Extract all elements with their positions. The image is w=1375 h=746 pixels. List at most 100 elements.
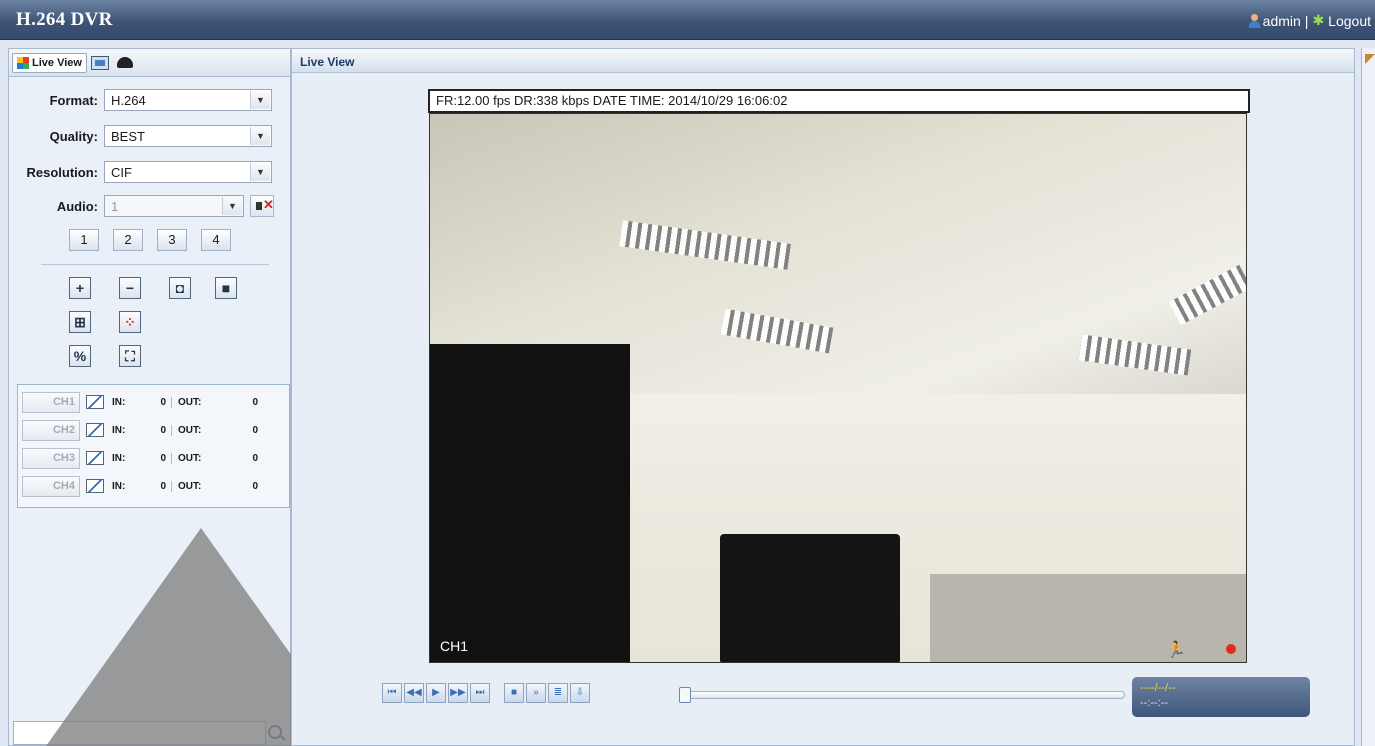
in-count: 0 (142, 452, 172, 464)
collapse-icon[interactable] (1365, 54, 1375, 64)
counter-panel: CH1 IN: 0 OUT: 0 CH2 IN: 0 OUT: 0 CH3 IN… (17, 384, 290, 508)
counter-ch4-button[interactable]: CH4 (22, 475, 80, 497)
counter-row: CH2 IN: 0 OUT: 0 (22, 419, 258, 441)
tab-live-view-label: Live View (32, 56, 82, 69)
counter-row: CH1 IN: 0 OUT: 0 (22, 391, 258, 413)
mute-icon[interactable] (250, 195, 274, 217)
logout-icon[interactable]: ✱ (1312, 12, 1324, 29)
quality-value: BEST (111, 129, 145, 144)
channel-2-button[interactable]: 2 (113, 229, 143, 251)
snapshot-icon[interactable]: ◘ (169, 277, 191, 299)
out-count: 0 (252, 396, 258, 408)
chart-icon[interactable] (86, 479, 104, 493)
quality-row: Quality: BEST ▼ (9, 125, 272, 147)
printer-scene (720, 534, 900, 662)
sequence-icon[interactable]: ⁘ (119, 311, 141, 333)
dome-camera-icon[interactable] (116, 57, 133, 68)
skip-icon[interactable]: » (526, 683, 546, 703)
in-count: 0 (142, 424, 172, 436)
channel-3-button[interactable]: 3 (157, 229, 187, 251)
main-panel: Live View FR:12.00 fps DR:338 kbps DATE … (291, 48, 1355, 746)
in-count: 0 (142, 396, 172, 408)
search-input[interactable] (13, 721, 266, 745)
panel-tabs: Live View (9, 49, 290, 77)
audio-select[interactable]: 1 ▼ (104, 195, 244, 217)
format-select[interactable]: H.264 ▼ (104, 89, 272, 111)
in-count: 0 (142, 480, 172, 492)
counter-ch2-button[interactable]: CH2 (22, 419, 80, 441)
list-icon[interactable]: ≣ (548, 683, 568, 703)
format-row: Format: H.264 ▼ (9, 89, 272, 111)
resolution-row: Resolution: CIF ▼ (9, 161, 272, 183)
audio-label: Audio: (56, 198, 98, 214)
motion-icon: 🏃 (1166, 642, 1186, 659)
main-header: Live View (292, 49, 1354, 73)
full-screen-icon[interactable]: % (69, 345, 91, 367)
resolution-select[interactable]: CIF ▼ (104, 161, 272, 183)
format-value: H.264 (111, 93, 146, 108)
timeline-slider[interactable] (679, 687, 1125, 703)
user-area: admin | ✱ Logout (1248, 12, 1371, 29)
audio-value: 1 (111, 199, 119, 214)
logout-link[interactable]: Logout (1328, 13, 1371, 29)
video-channel-label: CH1 (440, 638, 469, 654)
chart-icon[interactable] (86, 451, 104, 465)
format-label: Format: (49, 92, 98, 108)
separator: | (1304, 12, 1309, 29)
time-date: ----/--/-- (1140, 682, 1176, 694)
channel-1-button[interactable]: 1 (69, 229, 99, 251)
out-label: OUT: (178, 452, 202, 464)
counter-ch1-button[interactable]: CH1 (22, 391, 80, 413)
chart-icon[interactable] (86, 395, 104, 409)
app-title: H.264 DVR (16, 9, 113, 30)
chevron-down-icon[interactable]: ▼ (222, 197, 242, 215)
slider-thumb[interactable] (679, 687, 691, 703)
left-panel: Live View Format: H.264 ▼ Quality: BEST … (8, 48, 291, 746)
quad-view-icon[interactable]: ⊞ (69, 311, 91, 333)
chevron-down-icon[interactable]: ▼ (250, 163, 270, 181)
zoom-in-icon[interactable]: + (69, 277, 91, 299)
username: admin (1262, 12, 1301, 29)
download-icon[interactable]: ⇩ (570, 683, 590, 703)
quality-label: Quality: (49, 128, 98, 144)
pip-icon[interactable]: ■ (215, 277, 237, 299)
out-count: 0 (252, 452, 258, 464)
fast-forward-icon[interactable]: ▶▶ (448, 683, 468, 703)
in-label: IN: (112, 396, 126, 408)
chevron-down-icon[interactable]: ▼ (250, 91, 270, 109)
counter-row: CH4 IN: 0 OUT: 0 (22, 475, 258, 497)
tab-live-view[interactable]: Live View (12, 52, 87, 73)
title-bar: H.264 DVR admin | ✱ Logout (0, 0, 1375, 40)
monitor-icon[interactable] (90, 55, 109, 70)
play-icon[interactable]: ▶ (426, 683, 446, 703)
channel-buttons: 1 2 3 4 (69, 229, 231, 251)
rewind-icon[interactable]: ◀◀ (404, 683, 424, 703)
fit-window-icon[interactable]: ⛶ (119, 345, 141, 367)
out-label: OUT: (178, 480, 202, 492)
chevron-down-icon[interactable]: ▼ (250, 127, 270, 145)
out-label: OUT: (178, 396, 202, 408)
user-icon (1248, 13, 1260, 28)
out-count: 0 (252, 424, 258, 436)
resolution-value: CIF (111, 165, 132, 180)
search-icon[interactable] (268, 725, 282, 739)
out-label: OUT: (178, 424, 202, 436)
channel-4-button[interactable]: 4 (201, 229, 231, 251)
first-icon[interactable]: ⏮ (382, 683, 402, 703)
out-count: 0 (252, 480, 258, 492)
quality-select[interactable]: BEST ▼ (104, 125, 272, 147)
audio-row: Audio: 1 ▼ (9, 195, 274, 217)
in-label: IN: (112, 480, 126, 492)
resolution-label: Resolution: (26, 164, 99, 180)
last-icon[interactable]: ⏭ (470, 683, 490, 703)
in-label: IN: (112, 424, 126, 436)
time-clock: --:--:-- (1140, 697, 1169, 709)
counter-ch3-button[interactable]: CH3 (22, 447, 80, 469)
live-video[interactable]: CH1 🏃 (429, 113, 1247, 663)
live-view-icon (17, 56, 29, 69)
chart-icon[interactable] (86, 423, 104, 437)
counter-row: CH3 IN: 0 OUT: 0 (22, 447, 258, 469)
zoom-out-icon[interactable]: − (119, 277, 141, 299)
in-label: IN: (112, 452, 126, 464)
stop-icon[interactable]: ■ (504, 683, 524, 703)
